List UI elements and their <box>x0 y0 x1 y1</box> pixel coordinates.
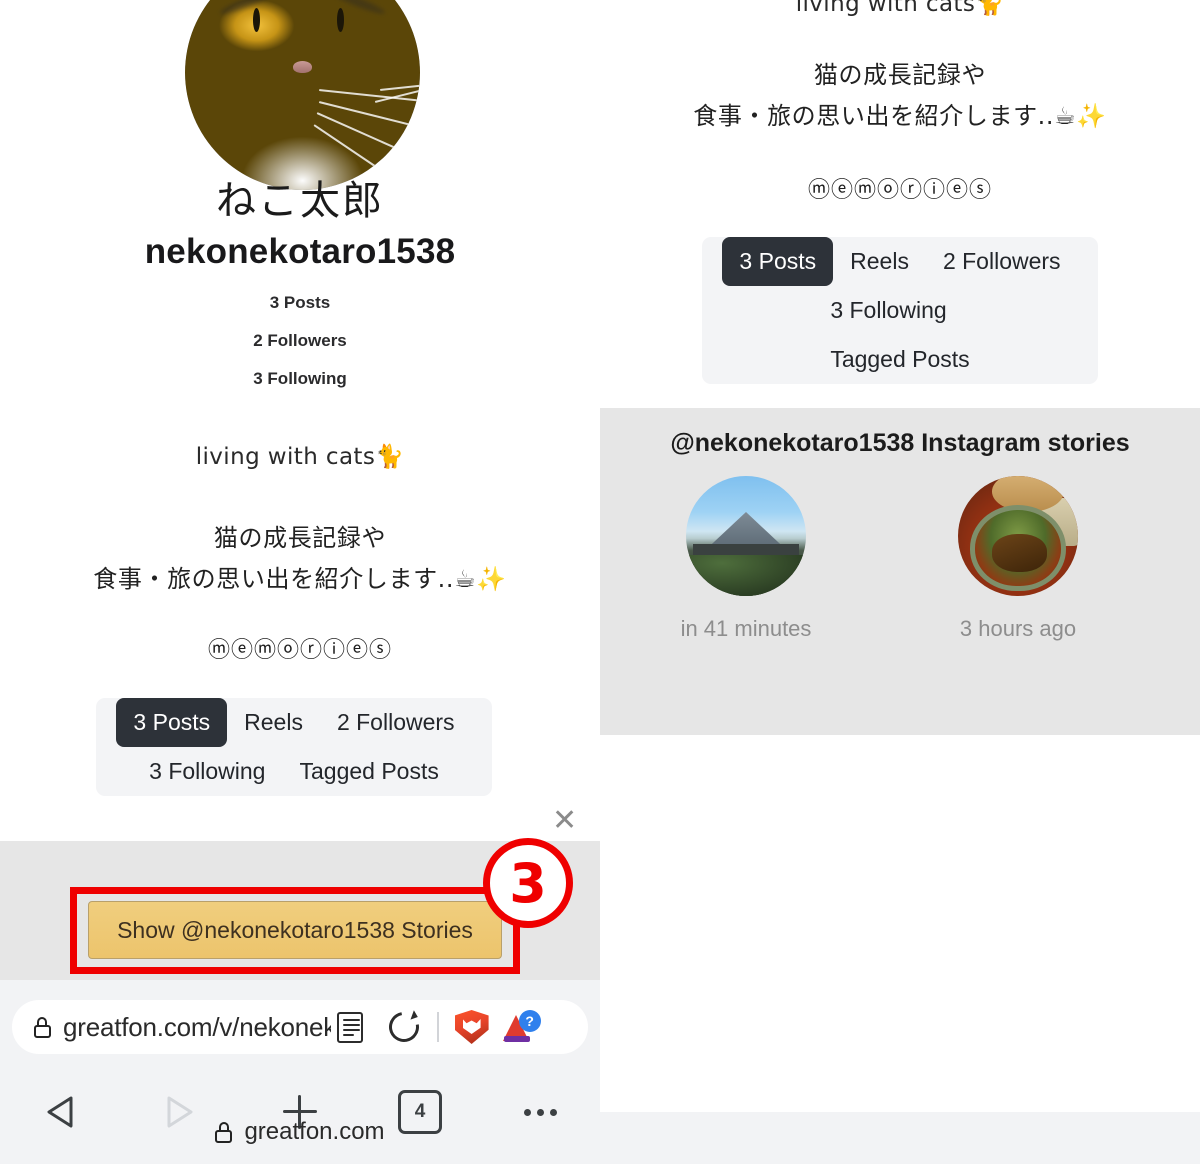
right-bio-line-3: ⓜⓔⓜⓞⓡⓘⓔⓢ <box>807 178 992 203</box>
right-phone-screenshot: ⅼiving with cats🐈 猫の成長記録や 食事・旅の思い出を紹介します… <box>600 0 1200 1164</box>
annotation-marker-3: 3 <box>483 838 573 928</box>
right-bio-line-2: 猫の成長記録や 食事・旅の思い出を紹介します..☕✨ <box>600 55 1200 137</box>
stat-following: 3 Following <box>253 369 347 388</box>
story-timestamp: 3 hours ago <box>959 616 1077 641</box>
bio-line-3: ⓜⓔⓜⓞⓡⓘⓔⓢ <box>207 638 392 663</box>
bio-line-2a: 猫の成長記録や <box>213 524 387 552</box>
bio-line-2: 猫の成長記録や 食事・旅の思い出を紹介します..☕✨ <box>0 518 600 600</box>
avatar-image <box>185 0 420 190</box>
profile-tabs: 3 Posts Reels 2 Followers 3 Following Ta… <box>96 698 492 796</box>
stories-title: @nekonekotaro1538 Instagram stories <box>670 429 1130 457</box>
right-tab-posts[interactable]: 3 Posts <box>722 237 834 286</box>
screenshot-root: ねこ太郎 nekonekotaro1538 3 Posts 2 Follower… <box>0 0 1200 1164</box>
more-menu-button[interactable] <box>480 1108 600 1116</box>
close-icon[interactable]: ✕ <box>552 806 577 836</box>
brave-shield-icon[interactable] <box>454 1010 489 1044</box>
tab-reels[interactable]: Reels <box>227 698 320 747</box>
right-footer-urlbar <box>600 1112 1200 1164</box>
url-text: greatfon.com/v/nekonekc <box>63 1011 331 1042</box>
story-item[interactable]: 3 hours ago <box>942 476 1094 642</box>
toolbar-divider <box>437 1012 439 1042</box>
tab-followers[interactable]: 2 Followers <box>320 698 472 747</box>
tab-following[interactable]: 3 Following <box>132 747 282 796</box>
story-thumbnail[interactable] <box>686 476 806 596</box>
profile-display-name: ねこ太郎 <box>216 178 384 224</box>
right-tab-tagged-posts[interactable]: Tagged Posts <box>813 335 986 384</box>
tab-posts[interactable]: 3 Posts <box>116 698 228 747</box>
stat-followers: 2 Followers <box>253 331 347 350</box>
story-thumbnail[interactable] <box>958 476 1078 596</box>
address-bar[interactable]: greatfon.com/v/nekonekc ? <box>12 1000 588 1054</box>
right-bio-line-2a: 猫の成長記録や <box>813 61 987 89</box>
stories-carousel[interactable]: in 41 minutes 3 hours ago <box>662 476 1138 671</box>
story-timestamp: in 41 minutes <box>680 616 812 641</box>
profile-username: nekonekotaro1538 <box>144 232 456 271</box>
warning-badge: ? <box>518 1010 541 1032</box>
cat-photo <box>185 0 420 190</box>
more-menu-icon <box>523 1108 557 1116</box>
footer-url-text: greatfon.com <box>244 1118 385 1145</box>
left-phone-screenshot: ねこ太郎 nekonekotaro1538 3 Posts 2 Follower… <box>0 0 600 1164</box>
reload-icon[interactable] <box>383 1006 425 1048</box>
warning-triangle-icon[interactable]: ? <box>502 1010 541 1044</box>
right-bio-line-1: ⅼiving with cats🐈 <box>795 0 1005 17</box>
right-footer-url-group: greatfon.com <box>0 1118 600 1146</box>
avatar[interactable] <box>185 0 420 190</box>
annotation-box-3 <box>70 887 520 974</box>
right-profile-tabs: 3 Posts Reels 2 Followers 3 Following Ta… <box>702 237 1098 384</box>
right-bio-line-2b: 食事・旅の思い出を紹介します..☕✨ <box>693 102 1107 130</box>
lock-icon <box>34 1016 51 1038</box>
bio-line-2b: 食事・旅の思い出を紹介します..☕✨ <box>93 565 507 593</box>
bio-line-1: ⅼiving with cats🐈 <box>195 444 405 470</box>
right-tab-following[interactable]: 3 Following <box>813 286 986 335</box>
story-item[interactable]: in 41 minutes <box>670 476 822 642</box>
right-tab-reels[interactable]: Reels <box>833 237 926 286</box>
stat-posts: 3 Posts <box>269 293 331 312</box>
footer-lock-icon <box>215 1121 233 1143</box>
reader-mode-icon[interactable] <box>331 1011 363 1043</box>
right-tab-followers[interactable]: 2 Followers <box>926 237 1078 286</box>
tab-tagged-posts[interactable]: Tagged Posts <box>282 747 455 796</box>
